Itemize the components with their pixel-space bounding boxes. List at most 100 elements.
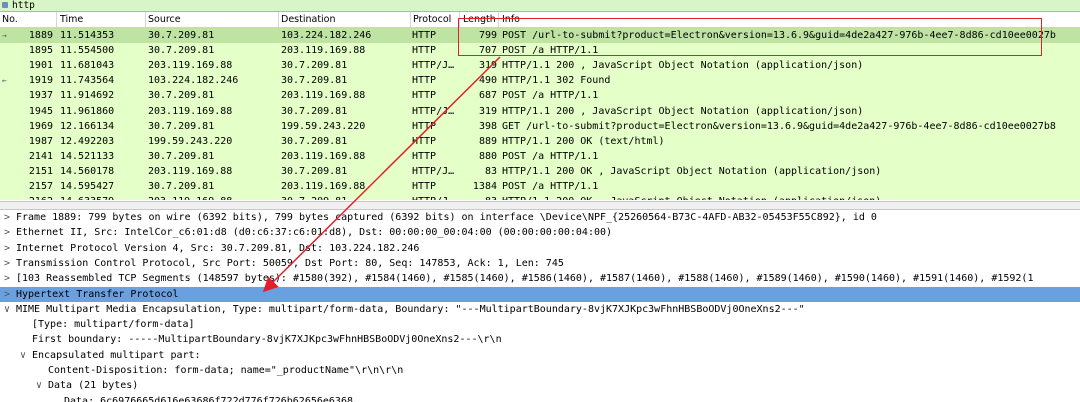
packet-time: 14.521133 [60,150,115,162]
detail-tree-label: Transmission Control Protocol, Src Port:… [16,257,564,269]
col-header-destination[interactable]: Destination [281,14,336,25]
detail-tree-label: Hypertext Transfer Protocol [16,288,179,300]
packet-info: HTTP/1.1 302 Found [502,75,611,87]
detail-tree-item[interactable]: > [103 Reassembled TCP Segments (148597 b… [0,271,1080,287]
packet-row[interactable]: 1945 11.961860 203.119.169.88 30.7.209.81 HT… [0,103,1080,120]
packet-source: 203.119.169.88 [148,165,233,177]
packet-row[interactable]: 1969 12.166134 30.7.209.81 199.59.243.220 HT… [0,118,1080,135]
packet-row[interactable]: 2141 14.521133 30.7.209.81 203.119.169.88 HT… [0,148,1080,165]
packet-time: 14.633579 [60,194,114,200]
detail-tree-item[interactable]: > Ethernet II, Src: IntelCor_c6:01:d8 (d0… [0,225,1080,241]
detail-tree-label: Data (21 bytes) [48,380,139,392]
packet-source: 30.7.209.81 [148,181,215,192]
packet-row[interactable]: 1987 12.492203 199.59.243.220 30.7.209.81 HT… [0,133,1080,150]
packet-info: POST /a HTTP/1.1 [502,181,599,192]
pane-splitter[interactable] [0,201,1080,210]
packet-source: 203.119.169.88 [148,105,233,117]
packet-info: HTTP/1.1 200 , JavaScript Object Notatio… [502,105,864,117]
packet-no: 1919 [28,75,53,87]
chevron-right-icon[interactable]: > [4,225,10,241]
packet-source: 199.59.243.220 [148,135,233,147]
packet-length: 889 [478,135,497,147]
detail-tree-item[interactable]: First boundary: -----MultipartBoundary-8… [0,332,1080,348]
packet-source: 203.119.169.88 [148,60,233,72]
packet-protocol: HTTP/J… [412,194,454,200]
packet-protocol: HTTP/J… [412,165,455,177]
packet-protocol: HTTP/J… [412,105,455,117]
chevron-right-icon[interactable]: > [4,287,10,303]
chevron-down-icon[interactable]: ∨ [36,378,42,394]
packet-source: 203.119.169.88 [148,194,232,200]
packet-source: 30.7.209.81 [148,30,215,41]
packet-row[interactable]: 1901 11.681043 203.119.169.88 30.7.209.81 HT… [0,58,1080,74]
packet-no: 1889 [28,30,53,41]
packet-info: HTTP/1.1 200 , JavaScript Object Notatio… [502,60,864,72]
packet-info: POST /a HTTP/1.1 [502,150,599,162]
packet-destination: 30.7.209.81 [281,135,348,147]
packet-source: 103.224.182.246 [148,75,239,87]
detail-tree-label: Internet Protocol Version 4, Src: 30.7.2… [16,242,420,254]
packet-details-tree[interactable]: > Frame 1889: 799 bytes on wire (6392 bit… [0,210,1080,402]
chevron-down-icon[interactable]: ∨ [4,302,10,318]
detail-tree-item[interactable]: Data: 6c6976665d616e63686f722d776f726b62… [0,394,1080,402]
packet-info: POST /a HTTP/1.1 [502,90,599,102]
col-header-protocol[interactable]: Protocol [413,14,451,25]
detail-tree-item[interactable]: > Internet Protocol Version 4, Src: 30.7.… [0,241,1080,257]
packet-row[interactable]: ← 1919 11.743564 103.224.182.246 30.7.209.81… [0,73,1080,90]
col-header-source[interactable]: Source [148,14,181,25]
packet-length: 398 [478,120,497,132]
packet-length: 83 [484,165,497,177]
packet-source: 30.7.209.81 [148,45,215,57]
packet-destination: 103.224.182.246 [281,30,372,41]
packet-length: 319 [478,105,497,117]
display-filter-bar[interactable]: http [0,0,1080,12]
detail-tree-label: Content-Disposition: form-data; name="_p… [48,365,404,376]
detail-tree-item[interactable]: ∨ MIME Multipart Media Encapsulation, Typ… [0,302,1080,318]
packet-length: 319 [478,60,497,72]
packet-destination: 30.7.209.81 [281,60,348,72]
detail-tree-label: Ethernet II, Src: IntelCor_c6:01:d8 (d0:… [16,227,613,239]
packet-source: 30.7.209.81 [148,150,215,162]
packet-no: 1945 [28,105,53,117]
packet-row[interactable]: 2151 14.560178 203.119.169.88 30.7.209.81 HT… [0,163,1080,180]
detail-tree-item[interactable]: > Hypertext Transfer Protocol [0,286,1080,303]
packet-no: 2141 [28,150,53,162]
packet-time: 12.492203 [60,135,115,147]
col-header-no[interactable]: No. [2,14,18,25]
chevron-right-icon[interactable]: > [4,241,10,257]
packet-time: 12.166134 [60,120,115,132]
chevron-right-icon[interactable]: > [4,271,10,287]
packet-length: 687 [478,90,497,102]
detail-tree-item[interactable]: > Transmission Control Protocol, Src Port… [0,256,1080,272]
packet-no: 2151 [28,165,53,177]
packet-time: 11.961860 [60,105,115,117]
packet-row[interactable]: 2162 14.633579 203.119.169.88 30.7.209.81 HT… [0,194,1080,200]
packet-protocol: HTTP [412,30,437,41]
chevron-right-icon[interactable]: > [4,210,10,226]
bookmark-icon[interactable] [2,2,8,8]
packet-destination: 203.119.169.88 [281,45,366,57]
display-filter-input[interactable]: http [12,0,35,11]
detail-tree-label: [103 Reassembled TCP Segments (148597 by… [16,273,1034,285]
detail-tree-label: First boundary: -----MultipartBoundary-8… [32,334,502,346]
packet-source: 30.7.209.81 [148,90,215,102]
detail-tree-label: Encapsulated multipart part: [32,349,201,361]
packet-length: 490 [478,75,497,87]
packet-length: 1384 [472,181,497,192]
chevron-down-icon[interactable]: ∨ [20,348,26,364]
detail-tree-item[interactable]: > Frame 1889: 799 bytes on wire (6392 bit… [0,210,1080,226]
detail-tree-item[interactable]: ∨ Data (21 bytes) [0,378,1080,394]
packet-destination: 30.7.209.81 [281,165,348,177]
packet-protocol: HTTP [412,181,437,192]
detail-tree-item[interactable]: [Type: multipart/form-data] [0,317,1080,333]
packet-length: 83 [461,194,497,200]
detail-tree-item[interactable]: ∨ Encapsulated multipart part: [0,348,1080,364]
packet-time: 11.514353 [60,30,115,41]
detail-tree-item[interactable]: Content-Disposition: form-data; name="_p… [0,363,1080,379]
packet-no: 1901 [28,60,53,72]
packet-no: 1987 [28,135,53,147]
packet-row[interactable]: 2157 14.595427 30.7.209.81 203.119.169.88 HT… [0,179,1080,195]
chevron-right-icon[interactable]: > [4,256,10,272]
col-header-time[interactable]: Time [60,14,83,25]
packet-row[interactable]: 1937 11.914692 30.7.209.81 203.119.169.88 HT… [0,88,1080,105]
